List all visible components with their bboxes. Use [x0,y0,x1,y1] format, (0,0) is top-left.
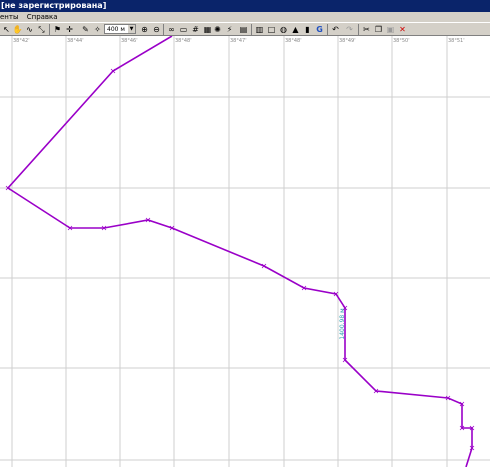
pointer-icon[interactable]: ↖ [1,24,12,35]
pencil-icon[interactable]: ✎ [80,24,91,35]
measure-tool-icon[interactable]: ⤡ [36,24,47,35]
hand-icon[interactable]: ✋ [12,24,23,35]
toolbar-separator [327,24,328,35]
ruler-icon[interactable]: ▭ [178,24,189,35]
undo-icon[interactable]: ↶ [330,24,341,35]
longitude-label: 38°51' [448,38,465,44]
track-line[interactable] [6,36,473,467]
longitude-label: 38°44' [67,38,84,44]
longitude-label: 38°47' [230,38,247,44]
google-icon[interactable]: G [314,24,325,35]
satellite-icon[interactable]: ✺ [212,24,223,35]
longitude-label: 38°49' [339,38,356,44]
map-icon[interactable]: ▤ [238,24,249,35]
longitude-label: 38°50' [393,38,410,44]
longitude-label: 38°42' [13,38,30,44]
globe-icon[interactable]: ◍ [278,24,289,35]
waypoint-icon[interactable]: ⚑ [52,24,63,35]
track-distance-label: 1400.98 м [339,308,346,339]
chevron-down-icon[interactable]: ▼ [128,25,135,33]
redo-icon[interactable]: ↷ [344,24,355,35]
compass-icon[interactable]: ✧ [92,24,103,35]
track-vertices [5,68,475,451]
menu-bar: енты Справка [0,12,490,22]
toolbar-separator [163,24,164,35]
toolbar-separator [49,24,50,35]
zoom-scale-value: 400 м [107,26,125,33]
copy-icon[interactable]: ❐ [373,24,384,35]
cut-icon[interactable]: ✂ [361,24,372,35]
paste-icon[interactable]: ▣ [385,24,396,35]
menu-item-tools[interactable]: енты [0,13,19,21]
longitude-label: 38°48' [285,38,302,44]
toolbar: ↖ ✋ ∿ ⤡ ⚑ ✛ ✎ ✧ 400 м ▼ ⊕ ⊖ ∞ ▭ # ▦ ✺ ⚡ … [0,22,490,36]
map-svg[interactable]: 38°42' 38°44' 38°46' 38°48' 38°47' 38°48… [0,36,490,467]
zoom-out-icon[interactable]: ⊖ [151,24,162,35]
print-icon[interactable]: ▥ [254,24,265,35]
crosshair-icon[interactable]: ✛ [64,24,75,35]
longitude-labels: 38°42' 38°44' 38°46' 38°48' 38°47' 38°48… [13,38,465,44]
zoom-scale-select[interactable]: 400 м ▼ [104,24,136,34]
binoculars-icon[interactable]: ∞ [166,24,177,35]
toolbar-separator [358,24,359,35]
track-icon[interactable]: ⚡ [224,24,235,35]
chart-bars-icon[interactable]: ▮ [302,24,313,35]
page-icon[interactable]: □ [266,24,277,35]
zoom-in-icon[interactable]: ⊕ [139,24,150,35]
window-title-bar: [не зарегистрирована] [0,0,490,12]
longitude-label: 38°46' [121,38,138,44]
route-tool-icon[interactable]: ∿ [24,24,35,35]
map-grid [0,36,490,467]
chart-icon[interactable]: ▲ [290,24,301,35]
delete-icon[interactable]: ✕ [397,24,408,35]
toolbar-separator [251,24,252,35]
window-title: [не зарегистрирована] [1,1,107,10]
map-canvas[interactable]: 38°42' 38°44' 38°46' 38°48' 38°47' 38°48… [0,36,490,467]
menu-item-help[interactable]: Справка [27,13,58,21]
grid-icon[interactable]: # [190,24,201,35]
longitude-label: 38°48' [175,38,192,44]
